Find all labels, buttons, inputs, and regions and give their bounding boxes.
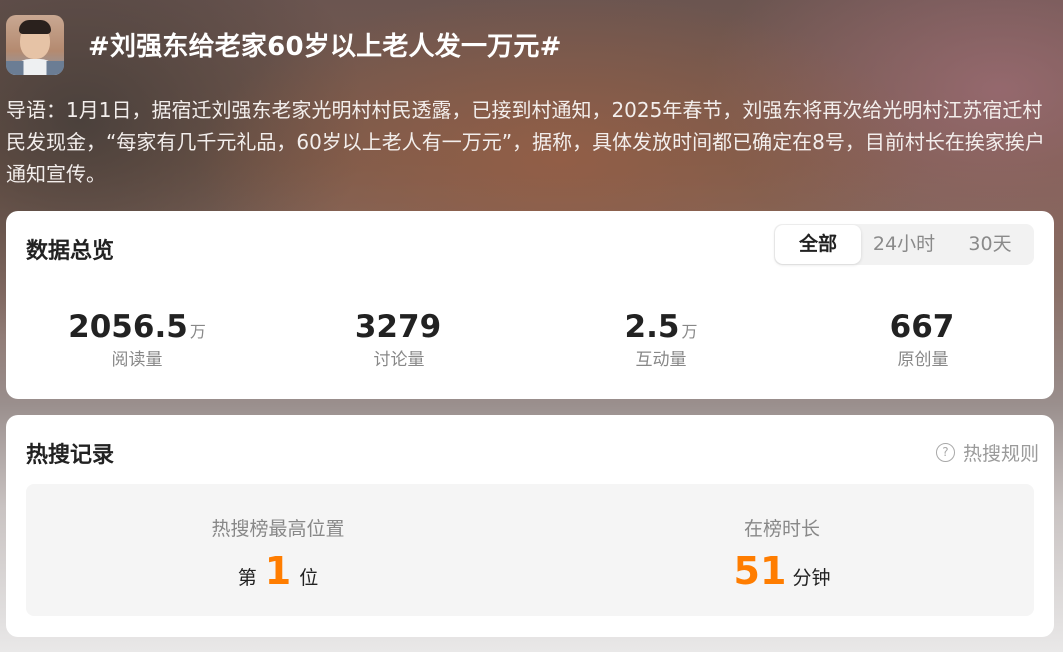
stat-originals: 667 原创量 (792, 309, 1054, 370)
overview-title: 数据总览 (26, 239, 115, 264)
stat-originals-value: 667 (889, 309, 955, 345)
tab-24h[interactable]: 24小时 (861, 224, 947, 265)
hot-search-stats-panel: 热搜榜最高位置 第1位 在榜时长 51 分钟 (26, 484, 1034, 616)
stat-reads-value: 2056.5 (68, 309, 188, 345)
stat-reads-unit: 万 (189, 322, 206, 341)
topic-lead-text: 导语：1月1日，据宿迁刘强东老家光明村村民透露，已接到村通知，2025年春节，刘… (6, 98, 1045, 186)
peak-position-prefix: 第 (237, 567, 257, 589)
on-list-duration: 在榜时长 51 分钟 (530, 484, 1034, 616)
stat-discussions-label: 讨论量 (373, 350, 425, 370)
tab-30d[interactable]: 30天 (947, 224, 1033, 265)
hot-search-card: 热搜记录 ? 热搜规则 热搜榜最高位置 第1位 在榜时长 51 分钟 (6, 415, 1054, 637)
on-list-duration-label: 在榜时长 (743, 518, 820, 540)
on-list-duration-suffix: 分钟 (792, 567, 831, 589)
avatar[interactable] (6, 15, 64, 75)
stat-originals-label: 原创量 (897, 350, 949, 370)
peak-position: 热搜榜最高位置 第1位 (26, 484, 530, 616)
topic-header: #刘强东给老家60岁以上老人发一万元# 导语：1月1日，据宿迁刘强东老家光明村村… (0, 0, 1063, 210)
time-range-tabs: 全部 24小时 30天 (774, 224, 1034, 265)
question-circle-icon: ? (935, 443, 955, 462)
stat-interactions-label: 互动量 (635, 350, 687, 370)
hot-search-title: 热搜记录 (26, 443, 115, 468)
data-overview-card: 数据总览 全部 24小时 30天 2056.5 万 阅读量 3279 讨论量 2.… (6, 211, 1054, 399)
on-list-duration-value: 51 (733, 549, 787, 593)
peak-position-label: 热搜榜最高位置 (211, 518, 345, 540)
stat-interactions-value: 2.5 (624, 309, 680, 345)
stat-discussions-value: 3279 (354, 309, 442, 345)
peak-position-suffix: 位 (299, 567, 319, 589)
tab-all[interactable]: 全部 (775, 225, 861, 264)
topic-title: #刘强东给老家60岁以上老人发一万元# (88, 32, 562, 62)
stat-discussions: 3279 讨论量 (268, 309, 530, 370)
avatar-hair (19, 20, 51, 34)
hot-search-rules-link[interactable]: ? 热搜规则 (935, 439, 1039, 466)
stat-reads-label: 阅读量 (111, 350, 163, 370)
peak-position-value: 1 (264, 549, 292, 593)
overview-stats: 2056.5 万 阅读量 3279 讨论量 2.5 万 互动量 667 原创量 (6, 309, 1054, 370)
stat-reads: 2056.5 万 阅读量 (6, 309, 268, 370)
avatar-jacket (6, 61, 64, 75)
stat-interactions-unit: 万 (681, 322, 698, 341)
hot-search-rules-label: 热搜规则 (962, 443, 1039, 465)
stat-interactions: 2.5 万 互动量 (530, 309, 792, 370)
